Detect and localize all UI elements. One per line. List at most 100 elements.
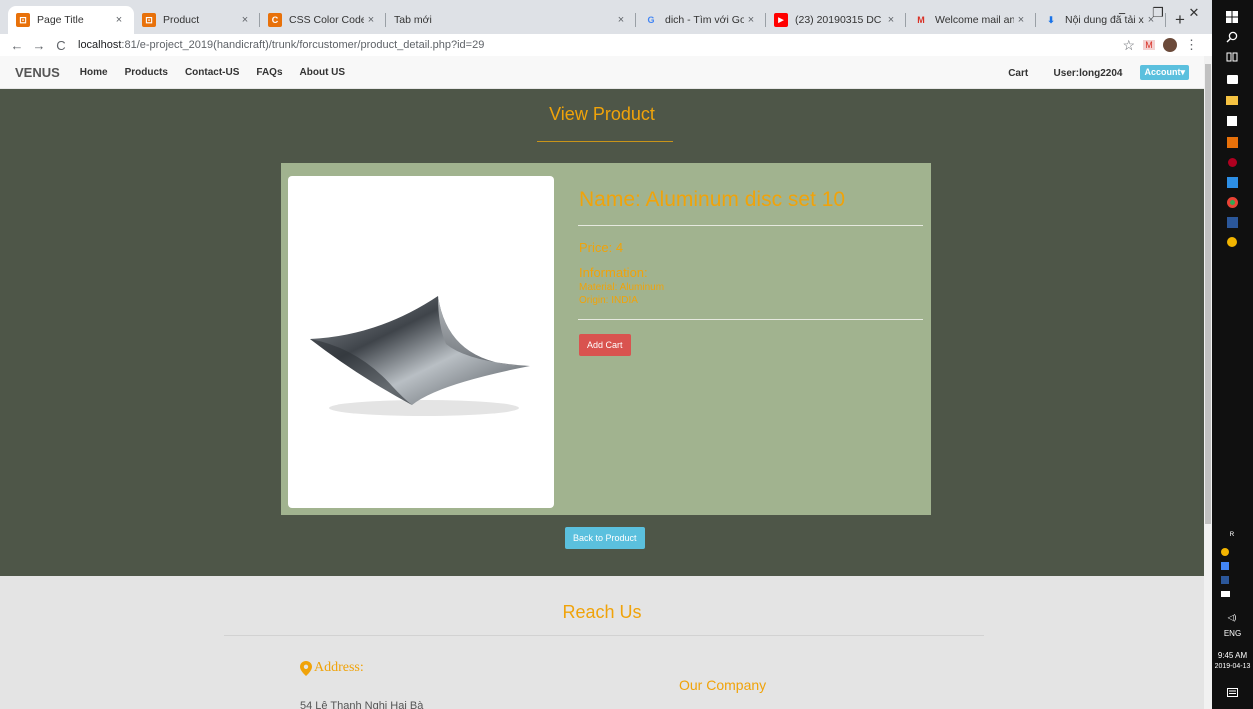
tab-css-color-codes[interactable]: C CSS Color Codes × <box>260 6 386 34</box>
forward-button[interactable]: → <box>28 38 50 53</box>
site-navbar: VENUS Home Products Contact-US FAQs Abou… <box>0 56 1204 89</box>
back-to-product-button[interactable]: Back to Product <box>565 527 645 549</box>
task-view-icon[interactable] <box>1225 50 1239 64</box>
restore-button[interactable]: ❐ <box>1140 0 1176 26</box>
tab-favicon: ⊡ <box>16 13 30 27</box>
language-indicator[interactable]: ENG <box>1212 628 1253 639</box>
map-marker-icon <box>300 660 312 676</box>
tab-page-title[interactable]: ⊡ Page Title × <box>8 6 134 34</box>
menu-icon[interactable]: ⋮ <box>1185 37 1198 53</box>
chrome-icon[interactable] <box>1225 195 1239 209</box>
nav-home[interactable]: Home <box>80 67 108 78</box>
extension-icon[interactable]: M <box>1143 40 1155 50</box>
close-icon[interactable]: × <box>238 14 252 26</box>
our-company-heading: Our Company <box>679 677 767 693</box>
store-icon[interactable] <box>1225 72 1239 86</box>
vscode-icon[interactable] <box>1225 175 1239 189</box>
browser-toolbar: ← → C i localhost :81/e-project_2019(han… <box>0 34 1212 71</box>
reload-button[interactable]: C <box>50 38 72 53</box>
close-window-button[interactable]: ✕ <box>1176 0 1212 26</box>
tab-title: CSS Color Codes <box>289 14 364 26</box>
tab-title: Welcome mail and eProjec <box>935 14 1014 26</box>
aluminum-disc-image <box>310 296 530 416</box>
divider <box>578 319 923 320</box>
tab-strip: ⊡ Page Title × ⊡ Product × C CSS Color C… <box>0 0 1212 34</box>
tab-product[interactable]: ⊡ Product × <box>134 6 260 34</box>
product-section: View Product Name: Aluminum disc set 10 … <box>0 89 1204 576</box>
nav-about-us[interactable]: About US <box>300 67 346 78</box>
product-info: Name: Aluminum disc set 10 Price: 4 Info… <box>578 188 923 356</box>
word-icon[interactable] <box>1225 215 1239 229</box>
information-heading: Information: <box>579 265 648 280</box>
page-viewport: VENUS Home Products Contact-US FAQs Abou… <box>0 56 1204 709</box>
download-icon: ⬇ <box>1047 14 1055 25</box>
windows-start-icon[interactable] <box>1225 10 1239 24</box>
add-cart-button[interactable]: Add Cart <box>579 334 631 356</box>
file-explorer-icon[interactable] <box>1225 93 1239 107</box>
close-icon[interactable]: × <box>744 14 758 26</box>
close-icon[interactable]: × <box>614 14 628 26</box>
youtube-icon: ▶ <box>774 13 788 27</box>
tray-icons[interactable] <box>1220 546 1246 606</box>
page-scrollbar[interactable] <box>1204 56 1212 709</box>
page-title: View Product <box>549 104 655 124</box>
divider <box>224 635 984 636</box>
tab-favicon: C <box>268 13 282 27</box>
tab-title: Product <box>163 14 200 26</box>
tab-title: dich - Tìm với Google <box>665 14 744 26</box>
windows-taskbar: ᴿ ◁) ENG 9:45 AM 2019-04-13 <box>1212 0 1253 709</box>
app-red-icon[interactable] <box>1225 155 1239 169</box>
nav-products[interactable]: Products <box>125 67 168 78</box>
close-icon[interactable]: × <box>112 14 126 26</box>
tab-google-search[interactable]: G dich - Tìm với Google × <box>636 6 766 34</box>
tab-favicon: ⊡ <box>142 13 156 27</box>
tab-youtube[interactable]: ▶ (23) 20190315 DC eProjec × <box>766 6 906 34</box>
nav-contact-us[interactable]: Contact-US <box>185 67 239 78</box>
product-name: Name: Aluminum disc set 10 <box>579 188 846 211</box>
brand-logo[interactable]: VENUS <box>15 65 60 80</box>
notifications-icon[interactable] <box>1225 686 1239 700</box>
nav-faqs[interactable]: FAQs <box>256 67 282 78</box>
scrollbar-thumb[interactable] <box>1205 64 1211 524</box>
search-icon[interactable] <box>1225 30 1239 44</box>
product-image <box>288 176 554 508</box>
close-icon[interactable]: × <box>1014 14 1028 26</box>
window-controls: − ❐ ✕ <box>1104 0 1212 26</box>
account-dropdown[interactable]: Account▾ <box>1140 64 1189 80</box>
nav-cart[interactable]: Cart <box>1008 68 1028 79</box>
gmail-icon: M <box>917 15 925 25</box>
address-bar[interactable]: i localhost :81/e-project_2019(handicraf… <box>78 35 1122 71</box>
product-price: Price: 4 <box>579 240 624 255</box>
address-text: 54 Lê Thanh Nghị Hai Bà <box>300 700 424 709</box>
title-divider <box>537 141 673 142</box>
app-orange-icon[interactable] <box>1225 135 1239 149</box>
url-host: localhost <box>78 39 122 51</box>
clock-date[interactable]: 2019-04-13 <box>1212 661 1253 672</box>
product-card: Name: Aluminum disc set 10 Price: 4 Info… <box>281 163 931 515</box>
close-icon[interactable]: × <box>364 14 378 26</box>
divider <box>578 225 923 226</box>
tab-title: Tab mới <box>394 14 432 26</box>
address-heading-label: Address: <box>314 660 364 675</box>
address-heading: Address: <box>300 660 364 676</box>
volume-icon[interactable]: ◁) <box>1225 610 1239 624</box>
back-button[interactable]: ← <box>6 38 28 53</box>
google-icon: G <box>647 15 655 25</box>
close-icon[interactable]: × <box>884 14 898 26</box>
app-yellow-icon[interactable] <box>1225 235 1239 249</box>
tab-new-tab[interactable]: Tab mới × <box>386 6 636 34</box>
shopping-bag-icon[interactable] <box>1225 114 1239 128</box>
minimize-button[interactable]: − <box>1104 0 1140 26</box>
info-origin: Origin: INDIA <box>579 295 638 306</box>
nav-user[interactable]: User:long2204 <box>1054 68 1123 79</box>
tab-gmail[interactable]: M Welcome mail and eProjec × <box>906 6 1036 34</box>
people-icon[interactable]: ᴿ <box>1225 528 1239 542</box>
tab-title: (23) 20190315 DC eProjec <box>795 14 884 26</box>
tab-title: Page Title <box>37 14 84 26</box>
clock-time[interactable]: 9:45 AM <box>1212 650 1253 661</box>
profile-avatar[interactable] <box>1163 38 1177 52</box>
footer: Reach Us Address: Our Company 54 Lê Than… <box>0 576 1204 709</box>
bookmark-star-icon[interactable]: ☆ <box>1122 37 1135 54</box>
reach-us-heading: Reach Us <box>562 602 642 622</box>
info-material: Material: Aluminum <box>579 282 665 293</box>
